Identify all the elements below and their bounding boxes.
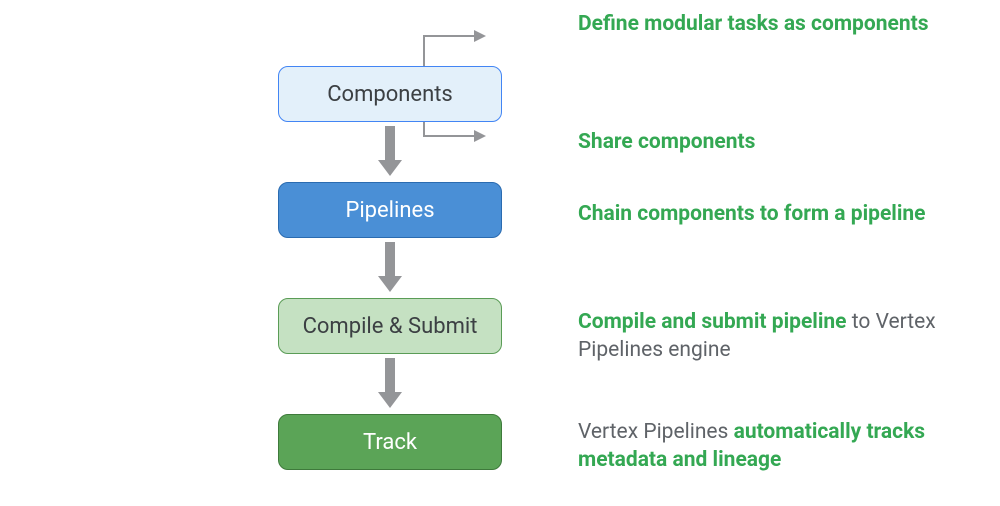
arrow-down-icon	[378, 124, 402, 176]
track-box: Track	[278, 414, 502, 470]
track-label: Track	[363, 430, 417, 455]
pipelines-box: Pipelines	[278, 182, 502, 238]
pipelines-label: Pipelines	[345, 198, 434, 223]
compile-box: Compile & Submit	[278, 298, 502, 354]
label-define: Define modular tasks as components	[578, 10, 958, 38]
label-define-text: Define modular tasks as components	[578, 12, 929, 36]
arrow-down-icon	[378, 356, 402, 408]
label-chain: Chain components to form a pipeline	[578, 200, 958, 228]
compile-label: Compile & Submit	[303, 314, 478, 339]
label-compile: Compile and submit pipeline to Vertex Pi…	[578, 308, 958, 365]
label-compile-green: Compile and submit pipeline	[578, 310, 847, 334]
components-label: Components	[327, 82, 453, 107]
label-share-text: Share components	[578, 130, 755, 154]
components-box: Components	[278, 66, 502, 122]
label-share: Share components	[578, 128, 958, 156]
pipeline-diagram: Components Pipelines Compile & Submit Tr…	[0, 0, 1000, 506]
arrow-down-icon	[378, 240, 402, 292]
label-track: Vertex Pipelines automatically tracks me…	[578, 418, 958, 475]
label-chain-text: Chain components to form a pipeline	[578, 202, 926, 226]
label-track-gray: Vertex Pipelines	[578, 420, 734, 444]
